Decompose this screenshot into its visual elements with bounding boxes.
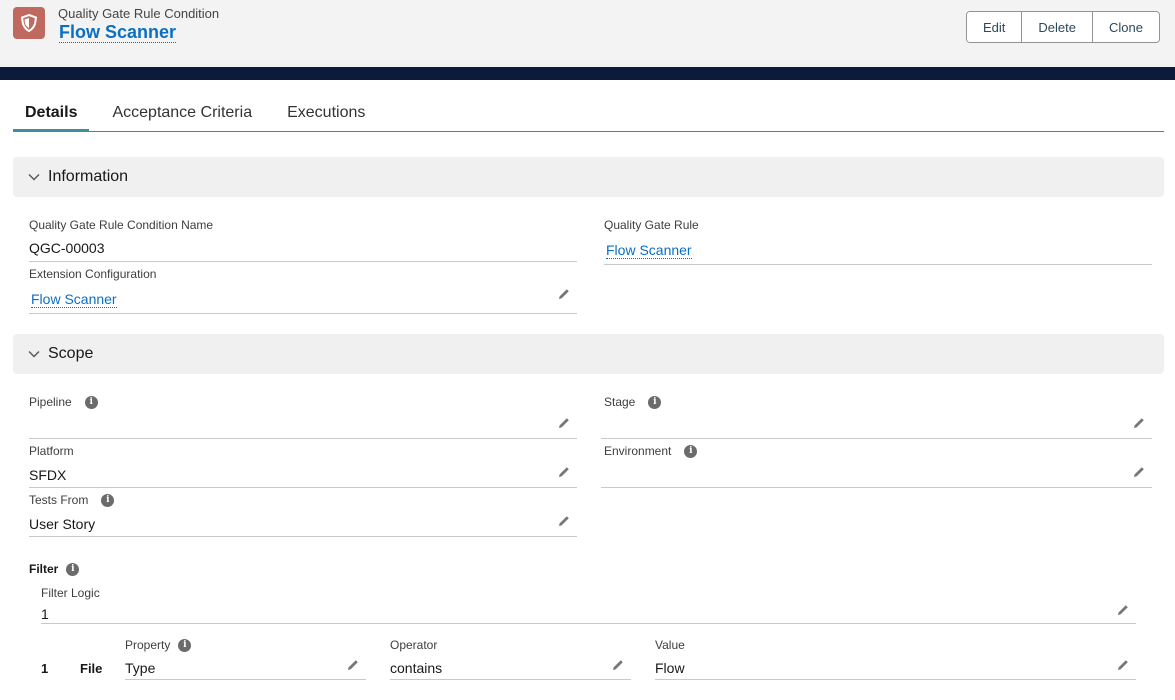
pencil-icon[interactable] (557, 287, 571, 301)
tab-bar: Details Acceptance Criteria Executions (13, 96, 1164, 132)
field-value: User Story (29, 516, 96, 532)
field-label-text: Stage (604, 395, 636, 409)
pencil-icon[interactable] (1116, 658, 1130, 672)
field-label: Pipeline i (29, 395, 98, 409)
pencil-icon[interactable] (611, 658, 625, 672)
field-label: Tests From i (29, 493, 115, 507)
tab-details[interactable]: Details (13, 96, 90, 132)
field-label-text: Tests From (29, 493, 89, 507)
field-label: Quality Gate Rule (604, 218, 699, 232)
edit-button[interactable]: Edit (967, 12, 1022, 42)
object-type-label: Quality Gate Rule Condition (58, 6, 220, 21)
pencil-icon[interactable] (346, 658, 360, 672)
field-filter-property: Property i Type (125, 638, 366, 680)
delete-button[interactable]: Delete (1021, 12, 1092, 42)
quality-gate-rule-link[interactable]: Flow Scanner (606, 242, 692, 259)
record-title[interactable]: Flow Scanner (59, 22, 177, 43)
field-label: Platform (29, 444, 74, 458)
field-value: Type (125, 660, 156, 676)
field-label: Operator (390, 638, 438, 652)
clone-button[interactable]: Clone (1091, 12, 1159, 42)
filter-row-number: 1 (41, 661, 49, 676)
field-label-text: Environment (604, 444, 672, 458)
field-filter-value: Value Flow (655, 638, 1136, 680)
info-icon[interactable]: i (101, 493, 115, 507)
field-value: 1 (41, 606, 49, 622)
field-pipeline: Pipeline i (29, 395, 577, 439)
pencil-icon[interactable] (557, 465, 571, 479)
pencil-icon[interactable] (1116, 603, 1130, 617)
info-icon[interactable]: i (684, 444, 698, 458)
field-filter-logic: Filter Logic 1 (41, 586, 1136, 624)
pencil-icon[interactable] (557, 514, 571, 528)
action-button-group: Edit Delete Clone (966, 11, 1160, 43)
field-value: contains (390, 660, 443, 676)
info-icon[interactable]: i (66, 562, 80, 576)
field-label: Stage i (604, 395, 662, 409)
filter-heading: Filter i (29, 562, 80, 576)
chevron-down-icon (28, 174, 40, 181)
extension-configuration-link[interactable]: Flow Scanner (31, 291, 117, 308)
header-divider-bar (0, 67, 1175, 80)
field-quality-gate-rule: Quality Gate Rule Flow Scanner (604, 218, 1152, 265)
field-label: Value (655, 638, 685, 652)
pencil-icon[interactable] (1132, 416, 1146, 430)
field-filter-operator: Operator contains (390, 638, 631, 680)
field-value: Flow (655, 660, 685, 676)
info-icon[interactable]: i (648, 395, 662, 409)
field-label: Extension Configuration (29, 267, 157, 281)
field-platform: Platform SFDX (29, 444, 577, 488)
field-environment: Environment i (601, 444, 1152, 488)
filter-title: Filter (29, 562, 59, 576)
pencil-icon[interactable] (557, 416, 571, 430)
section-title: Information (48, 168, 129, 185)
chevron-down-icon (28, 351, 40, 358)
field-label: Environment i (604, 444, 698, 458)
field-label: Property i (125, 638, 192, 652)
info-icon[interactable]: i (84, 395, 98, 409)
field-stage: Stage i (601, 395, 1152, 439)
field-label: Filter Logic (41, 586, 100, 600)
field-tests-from: Tests From i User Story (29, 493, 577, 537)
section-information-header[interactable]: Information (13, 157, 1164, 197)
filter-row-kind: File (80, 661, 103, 676)
shield-icon (13, 7, 45, 39)
tab-acceptance-criteria[interactable]: Acceptance Criteria (100, 96, 264, 132)
record-header: Quality Gate Rule Condition Flow Scanner… (0, 0, 1175, 67)
section-scope-header[interactable]: Scope (13, 334, 1164, 374)
tab-executions[interactable]: Executions (275, 96, 377, 132)
pencil-icon[interactable] (1132, 465, 1146, 479)
field-extension-configuration: Extension Configuration Flow Scanner (29, 267, 577, 314)
section-title: Scope (48, 345, 94, 362)
field-label-text: Property (125, 638, 171, 652)
field-label: Quality Gate Rule Condition Name (29, 218, 214, 232)
field-value: SFDX (29, 467, 67, 483)
field-condition-name: Quality Gate Rule Condition Name QGC-000… (29, 218, 577, 262)
info-icon[interactable]: i (178, 638, 192, 652)
field-label-text: Pipeline (29, 395, 72, 409)
field-value: QGC-00003 (29, 240, 105, 256)
